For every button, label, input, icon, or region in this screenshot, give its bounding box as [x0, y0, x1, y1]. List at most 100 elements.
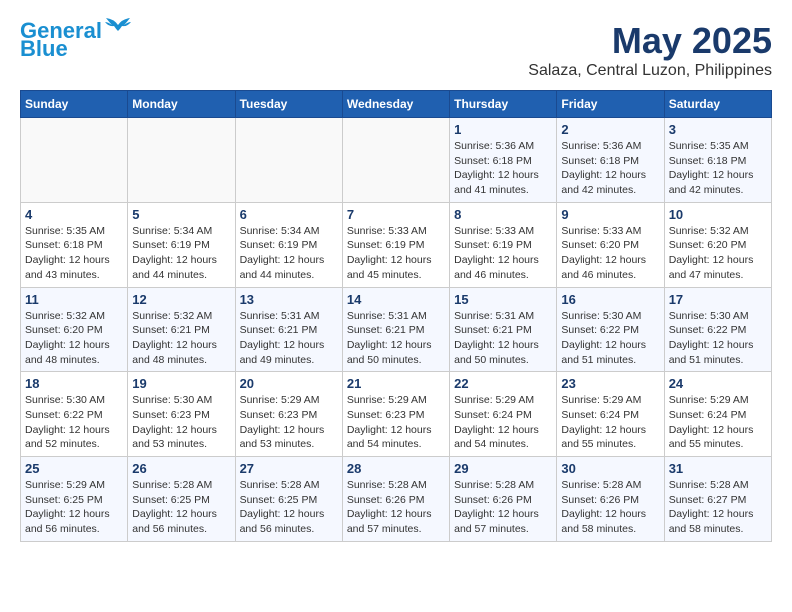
calendar-cell: 29 Sunrise: 5:28 AM Sunset: 6:26 PM Dayli…	[450, 457, 557, 542]
calendar-cell: 1 Sunrise: 5:36 AM Sunset: 6:18 PM Daylig…	[450, 118, 557, 203]
calendar-week-2: 4Sunrise: 5:35 AM Sunset: 6:18 PM Daylig…	[21, 202, 772, 287]
calendar-cell: 14 Sunrise: 5:31 AM Sunset: 6:21 PM Dayli…	[342, 287, 449, 372]
day-info: Sunrise: 5:29 AM Sunset: 6:23 PM Dayligh…	[347, 393, 445, 452]
calendar-cell	[342, 118, 449, 203]
calendar-cell: 27 Sunrise: 5:28 AM Sunset: 6:25 PM Dayli…	[235, 457, 342, 542]
calendar-cell: 16 Sunrise: 5:30 AM Sunset: 6:22 PM Dayli…	[557, 287, 664, 372]
day-number: 3	[669, 122, 767, 137]
day-info: Sunrise: 5:35 AM Sunset: 6:18 PM Dayligh…	[669, 139, 767, 198]
day-info: Sunrise: 5:28 AM Sunset: 6:25 PM Dayligh…	[132, 478, 230, 537]
day-info: Sunrise: 5:36 AM Sunset: 6:18 PM Dayligh…	[454, 139, 552, 198]
subtitle: Salaza, Central Luzon, Philippines	[528, 62, 772, 80]
day-info: Sunrise: 5:28 AM Sunset: 6:27 PM Dayligh…	[669, 478, 767, 537]
calendar-cell: 6 Sunrise: 5:34 AM Sunset: 6:19 PM Daylig…	[235, 202, 342, 287]
day-info: Sunrise: 5:28 AM Sunset: 6:25 PM Dayligh…	[240, 478, 338, 537]
day-info: Sunrise: 5:29 AM Sunset: 6:24 PM Dayligh…	[561, 393, 659, 452]
day-number: 28	[347, 461, 445, 476]
logo-bird-icon	[104, 17, 132, 37]
day-info: Sunrise: 5:32 AM Sunset: 6:20 PM Dayligh…	[669, 224, 767, 283]
calendar-cell: 24 Sunrise: 5:29 AM Sunset: 6:24 PM Dayli…	[664, 372, 771, 457]
day-number: 6	[240, 207, 338, 222]
calendar-week-1: 1 Sunrise: 5:36 AM Sunset: 6:18 PM Daylig…	[21, 118, 772, 203]
day-number: 12	[132, 292, 230, 307]
day-number: 27	[240, 461, 338, 476]
day-number: 2	[561, 122, 659, 137]
day-number: 21	[347, 376, 445, 391]
calendar-cell	[128, 118, 235, 203]
calendar-table: SundayMondayTuesdayWednesdayThursdayFrid…	[20, 90, 772, 542]
day-info: Sunrise: 5:29 AM Sunset: 6:25 PM Dayligh…	[25, 478, 123, 537]
day-number: 17	[669, 292, 767, 307]
calendar-cell: 13Sunrise: 5:31 AM Sunset: 6:21 PM Dayli…	[235, 287, 342, 372]
day-info: Sunrise: 5:31 AM Sunset: 6:21 PM Dayligh…	[347, 309, 445, 368]
day-number: 31	[669, 461, 767, 476]
calendar-cell: 5 Sunrise: 5:34 AM Sunset: 6:19 PM Daylig…	[128, 202, 235, 287]
day-info: Sunrise: 5:32 AM Sunset: 6:21 PM Dayligh…	[132, 309, 230, 368]
header-tuesday: Tuesday	[235, 91, 342, 118]
calendar-cell: 15Sunrise: 5:31 AM Sunset: 6:21 PM Dayli…	[450, 287, 557, 372]
calendar-cell: 8 Sunrise: 5:33 AM Sunset: 6:19 PM Daylig…	[450, 202, 557, 287]
day-number: 9	[561, 207, 659, 222]
day-info: Sunrise: 5:33 AM Sunset: 6:19 PM Dayligh…	[454, 224, 552, 283]
calendar-cell: 26 Sunrise: 5:28 AM Sunset: 6:25 PM Dayli…	[128, 457, 235, 542]
calendar-cell: 22Sunrise: 5:29 AM Sunset: 6:24 PM Dayli…	[450, 372, 557, 457]
day-number: 19	[132, 376, 230, 391]
day-number: 23	[561, 376, 659, 391]
day-info: Sunrise: 5:28 AM Sunset: 6:26 PM Dayligh…	[454, 478, 552, 537]
calendar-cell	[235, 118, 342, 203]
calendar-cell: 19 Sunrise: 5:30 AM Sunset: 6:23 PM Dayli…	[128, 372, 235, 457]
day-number: 13	[240, 292, 338, 307]
day-info: Sunrise: 5:34 AM Sunset: 6:19 PM Dayligh…	[240, 224, 338, 283]
title-area: May 2025 Salaza, Central Luzon, Philippi…	[528, 20, 772, 80]
day-info: Sunrise: 5:30 AM Sunset: 6:22 PM Dayligh…	[561, 309, 659, 368]
day-number: 24	[669, 376, 767, 391]
calendar-cell: 30 Sunrise: 5:28 AM Sunset: 6:26 PM Dayli…	[557, 457, 664, 542]
day-info: Sunrise: 5:32 AM Sunset: 6:20 PM Dayligh…	[25, 309, 123, 368]
calendar-cell: 12 Sunrise: 5:32 AM Sunset: 6:21 PM Dayli…	[128, 287, 235, 372]
day-number: 11	[25, 292, 123, 307]
calendar-cell: 23 Sunrise: 5:29 AM Sunset: 6:24 PM Dayli…	[557, 372, 664, 457]
calendar-cell: 2 Sunrise: 5:36 AM Sunset: 6:18 PM Daylig…	[557, 118, 664, 203]
calendar-cell: 31 Sunrise: 5:28 AM Sunset: 6:27 PM Dayli…	[664, 457, 771, 542]
day-number: 30	[561, 461, 659, 476]
calendar-cell	[21, 118, 128, 203]
calendar-cell: 11 Sunrise: 5:32 AM Sunset: 6:20 PM Dayli…	[21, 287, 128, 372]
calendar-week-3: 11 Sunrise: 5:32 AM Sunset: 6:20 PM Dayli…	[21, 287, 772, 372]
day-number: 1	[454, 122, 552, 137]
day-number: 20	[240, 376, 338, 391]
day-number: 14	[347, 292, 445, 307]
day-info: Sunrise: 5:34 AM Sunset: 6:19 PM Dayligh…	[132, 224, 230, 283]
day-info: Sunrise: 5:30 AM Sunset: 6:23 PM Dayligh…	[132, 393, 230, 452]
day-number: 5	[132, 207, 230, 222]
calendar-cell: 17 Sunrise: 5:30 AM Sunset: 6:22 PM Dayli…	[664, 287, 771, 372]
header-monday: Monday	[128, 91, 235, 118]
day-info: Sunrise: 5:33 AM Sunset: 6:20 PM Dayligh…	[561, 224, 659, 283]
header: General Blue May 2025 Salaza, Central Lu…	[20, 20, 772, 80]
day-info: Sunrise: 5:28 AM Sunset: 6:26 PM Dayligh…	[561, 478, 659, 537]
day-info: Sunrise: 5:33 AM Sunset: 6:19 PM Dayligh…	[347, 224, 445, 283]
header-friday: Friday	[557, 91, 664, 118]
day-number: 4	[25, 207, 123, 222]
calendar-cell: 7 Sunrise: 5:33 AM Sunset: 6:19 PM Daylig…	[342, 202, 449, 287]
day-info: Sunrise: 5:30 AM Sunset: 6:22 PM Dayligh…	[669, 309, 767, 368]
day-number: 7	[347, 207, 445, 222]
day-number: 10	[669, 207, 767, 222]
calendar-cell: 18Sunrise: 5:30 AM Sunset: 6:22 PM Dayli…	[21, 372, 128, 457]
header-saturday: Saturday	[664, 91, 771, 118]
day-info: Sunrise: 5:29 AM Sunset: 6:24 PM Dayligh…	[669, 393, 767, 452]
header-thursday: Thursday	[450, 91, 557, 118]
day-number: 25	[25, 461, 123, 476]
logo: General Blue	[20, 20, 132, 60]
calendar-header-row: SundayMondayTuesdayWednesdayThursdayFrid…	[21, 91, 772, 118]
calendar-cell: 9 Sunrise: 5:33 AM Sunset: 6:20 PM Daylig…	[557, 202, 664, 287]
calendar-cell: 21 Sunrise: 5:29 AM Sunset: 6:23 PM Dayli…	[342, 372, 449, 457]
day-info: Sunrise: 5:29 AM Sunset: 6:23 PM Dayligh…	[240, 393, 338, 452]
header-sunday: Sunday	[21, 91, 128, 118]
day-number: 16	[561, 292, 659, 307]
day-number: 15	[454, 292, 552, 307]
day-info: Sunrise: 5:36 AM Sunset: 6:18 PM Dayligh…	[561, 139, 659, 198]
day-number: 26	[132, 461, 230, 476]
day-number: 29	[454, 461, 552, 476]
day-number: 8	[454, 207, 552, 222]
day-info: Sunrise: 5:28 AM Sunset: 6:26 PM Dayligh…	[347, 478, 445, 537]
